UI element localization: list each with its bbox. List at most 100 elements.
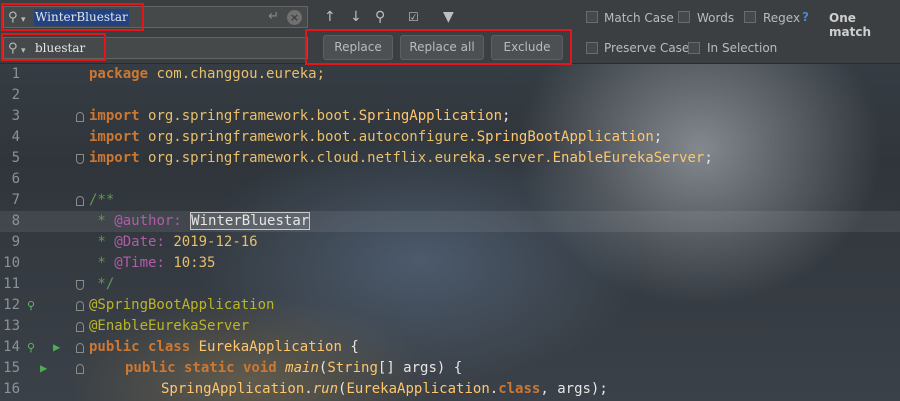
javadoc-tag: @Date: <box>114 234 165 250</box>
line-number: 3 <box>11 108 20 124</box>
words-checkbox[interactable] <box>678 11 690 23</box>
line-number: 1 <box>11 66 20 82</box>
annotation: @SpringBootApplication <box>89 297 275 313</box>
line-number: 2 <box>11 87 20 103</box>
fold-toggle-icon[interactable] <box>76 343 84 353</box>
code-line[interactable]: 2 <box>0 85 900 106</box>
line-number: 9 <box>11 234 20 250</box>
annotation: @EnableEurekaServer <box>89 318 250 334</box>
line-number: 13 <box>3 318 20 334</box>
match-case-checkbox[interactable] <box>586 11 598 23</box>
spring-bean-gutter-icon[interactable]: ⚲ <box>27 337 35 358</box>
code-line[interactable]: 6 <box>0 169 900 190</box>
doc-comment-end: */ <box>89 276 115 292</box>
import-class: EnableEurekaServer <box>552 150 705 166</box>
match-case-label[interactable]: Match Case <box>604 11 674 25</box>
line-number: 6 <box>11 171 20 187</box>
replace-all-button[interactable]: Replace all <box>400 35 484 60</box>
class-name: EurekaApplication <box>198 339 342 355</box>
line-number: 8 <box>11 213 20 229</box>
clear-find-icon[interactable]: × <box>287 10 302 25</box>
line-number: 7 <box>11 192 20 208</box>
code-line[interactable]: 5 import org.springframework.cloud.netfl… <box>0 148 900 169</box>
match-count: One match <box>829 11 871 39</box>
search-match: WinterBluestar <box>190 212 311 230</box>
words-label[interactable]: Words <box>697 11 734 25</box>
replace-field[interactable]: ⚲ bluestar <box>3 37 308 59</box>
dot: . <box>489 381 499 397</box>
preserve-case-checkbox[interactable] <box>586 42 598 54</box>
exclude-button[interactable]: Exclude <box>491 35 563 60</box>
doc-comment-start: /** <box>89 192 115 208</box>
method-name: main <box>285 360 319 376</box>
keyword: import <box>89 129 140 145</box>
fold-end-icon[interactable] <box>76 280 84 290</box>
code-line[interactable]: 14 ⚲ ▶ public class EurekaApplication { <box>0 337 900 358</box>
select-all-occurrences-icon[interactable]: ☑ <box>408 9 419 25</box>
filter-icon[interactable]: ▼ <box>443 9 454 25</box>
import-package: org.springframework.boot. <box>148 108 359 124</box>
search-history-icon[interactable]: ⚲ <box>8 10 32 28</box>
comment-prefix: * <box>89 234 115 250</box>
line-number: 4 <box>11 129 20 145</box>
code-line[interactable]: 12 ⚲ @SpringBootApplication <box>0 295 900 316</box>
regex-checkbox[interactable] <box>744 11 756 23</box>
fold-toggle-icon[interactable] <box>76 364 84 374</box>
keyword: import <box>89 108 140 124</box>
code-line[interactable]: 3 import org.springframework.boot.Spring… <box>0 106 900 127</box>
line-number: 15 <box>3 360 20 376</box>
fold-toggle-icon[interactable] <box>76 196 84 206</box>
code-line[interactable]: 9 * @Date: 2019-12-16 <box>0 232 900 253</box>
keyword: import <box>89 150 140 166</box>
import-package: org.springframework.boot.autoconfigure. <box>148 129 477 145</box>
fold-toggle-icon[interactable] <box>76 322 84 332</box>
javadoc-tag: @author: <box>114 213 182 229</box>
spring-bean-gutter-icon[interactable]: ⚲ <box>27 295 35 316</box>
replace-button[interactable]: Replace <box>323 35 393 60</box>
import-class: SpringApplication <box>358 108 503 124</box>
code-line[interactable]: 13 @EnableEurekaServer <box>0 316 900 337</box>
semicolon: ; <box>653 129 663 145</box>
code-line[interactable]: 1 package com.changgou.eureka; <box>0 64 900 85</box>
code-editor[interactable]: 1 package com.changgou.eureka; 2 3 impor… <box>0 64 900 401</box>
next-occurrence-icon[interactable]: ↓ <box>350 9 362 25</box>
code-line[interactable]: 15 ▶ public static void main(String[] ar… <box>0 358 900 379</box>
line-number: 16 <box>3 381 20 397</box>
regex-help-icon[interactable]: ? <box>802 10 809 24</box>
code-line[interactable]: 11 */ <box>0 274 900 295</box>
code-line[interactable]: 10 * @Time: 10:35 <box>0 253 900 274</box>
regex-label[interactable]: Regex <box>763 11 800 25</box>
code-line[interactable]: 4 import org.springframework.boot.autoco… <box>0 127 900 148</box>
param-type: String <box>327 360 378 376</box>
replace-history-icon[interactable]: ⚲ <box>8 41 32 59</box>
fold-toggle-icon[interactable] <box>76 301 84 311</box>
line-number: 12 <box>3 297 20 313</box>
keyword: package <box>89 66 149 82</box>
javadoc-tag: @Time: <box>114 255 165 271</box>
keyword: public static void <box>125 360 277 376</box>
line-number: 14 <box>3 339 20 355</box>
brace: { <box>341 339 359 355</box>
run-gutter-icon[interactable]: ▶ <box>40 358 47 379</box>
in-selection-label[interactable]: In Selection <box>707 41 777 55</box>
dot: . <box>304 381 313 397</box>
fold-end-icon[interactable] <box>76 154 84 164</box>
new-line-icon[interactable]: ↵ <box>268 9 279 24</box>
code-line[interactable]: 16 SpringApplication.run(EurekaApplicati… <box>0 379 900 400</box>
semicolon: ; <box>704 150 713 166</box>
replace-input[interactable]: bluestar <box>34 40 86 57</box>
code-line[interactable]: 7 /** <box>0 190 900 211</box>
package-name: com.changgou.eureka; <box>156 66 326 82</box>
find-field[interactable]: ⚲ WinterBluestar ↵ × <box>3 6 308 28</box>
fold-toggle-icon[interactable] <box>76 112 84 122</box>
previous-occurrence-icon[interactable]: ↑ <box>324 9 336 25</box>
find-input[interactable]: WinterBluestar <box>34 9 129 26</box>
find-all-icon[interactable]: ⚲ <box>375 9 385 25</box>
code-line-current[interactable]: 8 * @author: WinterBluestar <box>0 211 900 232</box>
preserve-case-label[interactable]: Preserve Case <box>604 41 689 55</box>
in-selection-checkbox[interactable] <box>688 42 700 54</box>
keyword: class <box>498 381 541 397</box>
import-package: org.springframework.cloud.netflix.eureka… <box>148 150 553 166</box>
run-gutter-icon[interactable]: ▶ <box>53 337 60 358</box>
import-class: SpringBootApplication <box>476 129 654 145</box>
